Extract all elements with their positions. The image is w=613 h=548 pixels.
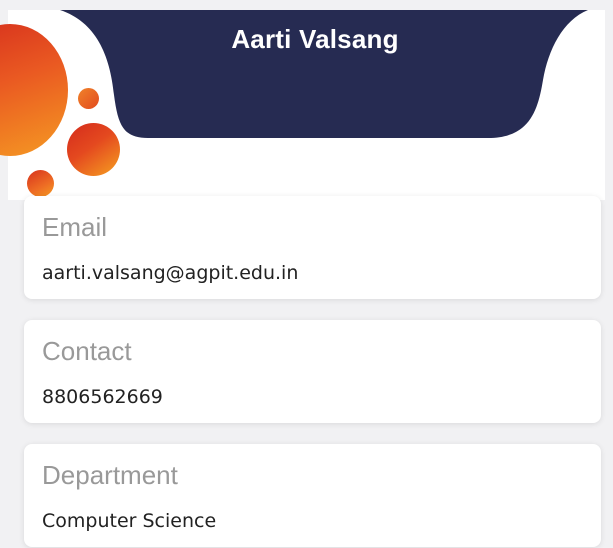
- decorative-circle-medium: [67, 123, 120, 176]
- decorative-circle-small: [78, 88, 99, 109]
- contact-card: Contact 8806562669: [24, 320, 601, 423]
- department-card: Department Computer Science: [24, 444, 601, 547]
- department-label: Department: [42, 460, 178, 490]
- email-label: Email: [42, 212, 108, 242]
- email-card: Email aarti.valsang@agpit.edu.in: [24, 196, 601, 299]
- profile-name: Aarti Valsang: [231, 24, 399, 54]
- contact-value[interactable]: 8806562669: [42, 386, 163, 408]
- contact-label: Contact: [42, 336, 132, 366]
- decorative-circle-tiny: [27, 170, 54, 197]
- profile-screen: Aarti Valsang Email aarti.valsang@agpit.…: [0, 0, 613, 548]
- department-value: Computer Science: [42, 510, 217, 532]
- email-value[interactable]: aarti.valsang@agpit.edu.in: [42, 262, 298, 284]
